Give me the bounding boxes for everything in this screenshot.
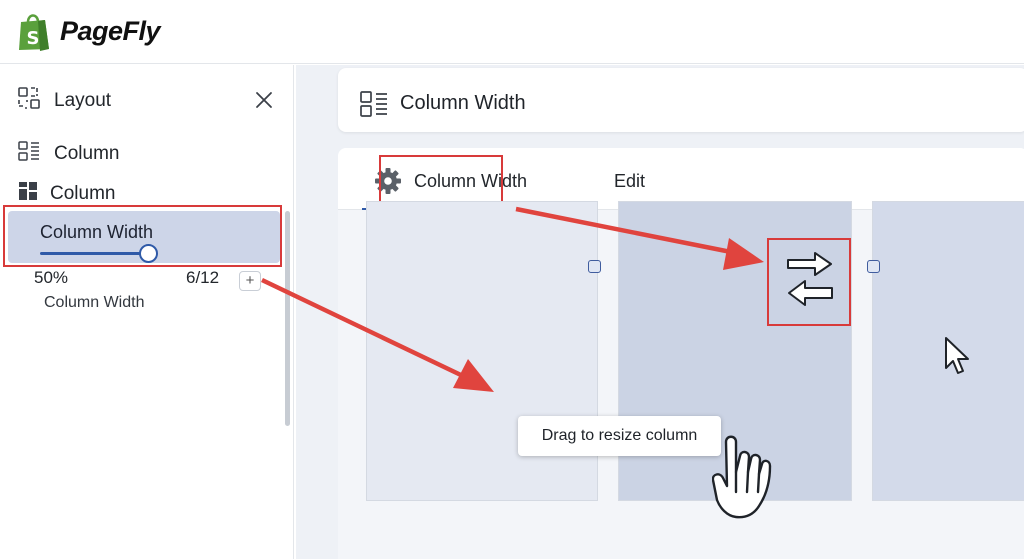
annotation-arrows xyxy=(261,206,764,392)
